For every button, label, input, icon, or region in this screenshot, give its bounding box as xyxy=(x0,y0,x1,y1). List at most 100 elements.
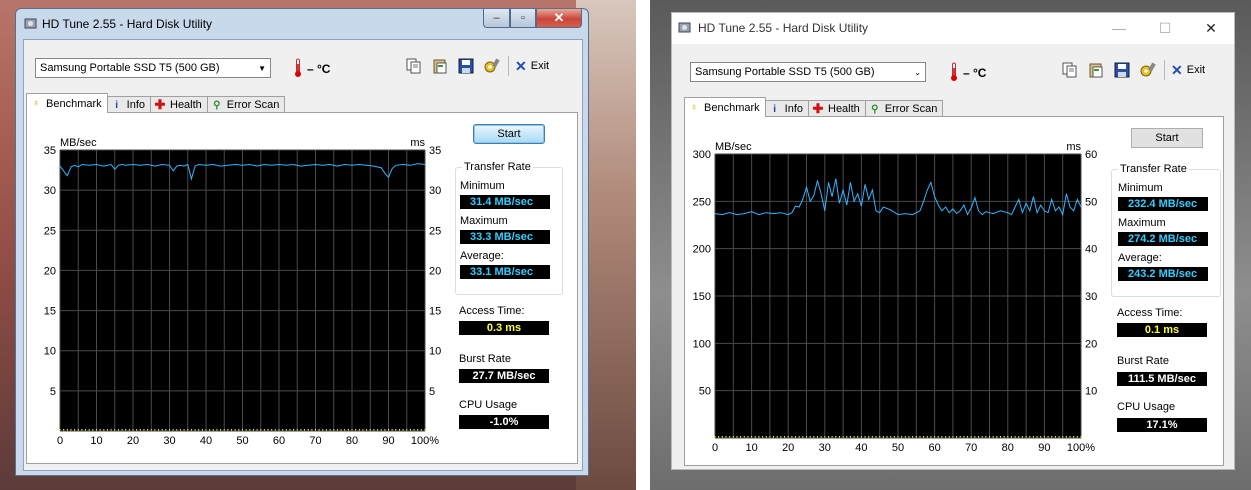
access-time-point xyxy=(74,429,76,431)
hdtune-app-icon xyxy=(678,22,691,33)
copy-icon xyxy=(1062,62,1076,78)
access-time-point xyxy=(238,429,240,431)
copy-button[interactable] xyxy=(1060,61,1079,80)
access-time-point xyxy=(395,429,397,431)
access-time-point xyxy=(278,429,280,431)
copy-all-button[interactable] xyxy=(430,57,449,76)
close-button[interactable]: ✕ xyxy=(536,9,582,28)
clipboard-icon xyxy=(433,59,446,74)
access-time-point xyxy=(231,429,233,431)
tab-info[interactable]: i Info xyxy=(106,96,151,113)
access-time-point xyxy=(1040,436,1042,438)
burst-rate-value: 27.7 MB/sec xyxy=(459,369,549,383)
transfer-rate-group: Transfer Rate Minimum 31.4 MB/sec Maximu… xyxy=(455,161,563,295)
access-time-point xyxy=(802,436,804,438)
x-tick-label: 40 xyxy=(200,435,212,447)
save-button[interactable] xyxy=(1112,61,1131,80)
access-time-point xyxy=(194,429,196,431)
access-time-point xyxy=(1036,436,1038,438)
drive-select[interactable]: Samsung Portable SSD T5 (500 GB) ⌄ xyxy=(690,62,926,82)
access-time-point xyxy=(901,436,903,438)
access-time-point xyxy=(1021,436,1023,438)
tab-label: Error Scan xyxy=(226,99,280,111)
drive-select[interactable]: Samsung Portable SSD T5 (500 GB) ▼ xyxy=(35,58,271,78)
minimize-button[interactable]: — xyxy=(1096,13,1142,43)
maximize-button[interactable]: ☐ xyxy=(1142,13,1188,43)
access-time-point xyxy=(820,436,822,438)
title-bar[interactable]: HD Tune 2.55 - Hard Disk Utility — ☐ ✕ xyxy=(672,13,1234,41)
access-time-label: Access Time: xyxy=(1117,307,1183,319)
tab-benchmark[interactable]: ♁ Benchmark xyxy=(26,93,108,113)
x-tick-label: 20 xyxy=(127,435,139,447)
tab-label: Benchmark xyxy=(704,101,760,114)
toolbar: ✕ Exit xyxy=(1060,60,1205,80)
x-tick-label: 20 xyxy=(782,442,794,454)
access-time-point xyxy=(380,429,382,431)
access-time-point xyxy=(714,436,716,438)
title-bar[interactable]: HD Tune 2.55 - Hard Disk Utility – ▫ ✕ xyxy=(16,9,588,37)
access-time-point xyxy=(721,436,723,438)
access-time-point xyxy=(886,436,888,438)
access-time-point xyxy=(136,429,138,431)
access-time-point xyxy=(216,429,218,431)
y-tick-label: 10 xyxy=(44,346,56,358)
access-time-point xyxy=(725,436,727,438)
tab-error-scan[interactable]: ⚲ Error Scan xyxy=(864,100,944,117)
access-time-point xyxy=(773,436,775,438)
start-button[interactable]: Start xyxy=(1131,128,1203,148)
copy-button[interactable] xyxy=(404,57,423,76)
copy-all-button[interactable] xyxy=(1086,61,1105,80)
access-time-point xyxy=(336,429,338,431)
burst-rate-label: Burst Rate xyxy=(459,353,511,365)
access-time-point xyxy=(860,436,862,438)
access-time-point xyxy=(780,436,782,438)
access-time-point xyxy=(128,429,130,431)
access-time-point xyxy=(904,436,906,438)
access-time-point xyxy=(967,436,969,438)
tab-health[interactable]: ✚ Health xyxy=(150,96,208,113)
close-button[interactable]: ✕ xyxy=(1188,13,1234,43)
exit-button[interactable]: ✕ Exit xyxy=(515,58,549,75)
access-time-point xyxy=(970,436,972,438)
access-time-point xyxy=(260,429,262,431)
access-time-point xyxy=(893,436,895,438)
y2-tick-label: 25 xyxy=(429,225,441,237)
access-time-point xyxy=(853,436,855,438)
access-time-point xyxy=(413,429,415,431)
tab-label: Benchmark xyxy=(46,97,102,110)
minimize-button[interactable]: – xyxy=(483,9,510,28)
access-time-point xyxy=(92,429,94,431)
access-time-point xyxy=(1047,436,1049,438)
access-time-point xyxy=(769,436,771,438)
options-button[interactable] xyxy=(1138,61,1157,80)
access-time-point xyxy=(307,429,309,431)
access-time-point xyxy=(263,429,265,431)
tab-health[interactable]: ✚ Health xyxy=(808,100,866,117)
exit-button[interactable]: ✕ Exit xyxy=(1171,62,1205,79)
main-client-area: Samsung Portable SSD T5 (500 GB) ▼ – °C … xyxy=(23,39,583,471)
save-button[interactable] xyxy=(456,57,475,76)
x-tick-label: 50 xyxy=(892,442,904,454)
access-time-point xyxy=(864,436,866,438)
exit-icon: ✕ xyxy=(1171,61,1183,78)
access-time-point xyxy=(776,436,778,438)
x-tick-label: 30 xyxy=(163,435,175,447)
access-time-point xyxy=(912,436,914,438)
tab-info[interactable]: i Info xyxy=(764,100,809,117)
maximum-label: Maximum xyxy=(460,215,508,227)
maximize-button[interactable]: ▫ xyxy=(510,9,536,28)
benchmark-chart: 300250200150100506050403020100 10 20 30 40 50… xyxy=(693,141,1098,454)
tab-error-scan[interactable]: ⚲ Error Scan xyxy=(206,96,286,113)
start-button[interactable]: Start xyxy=(473,124,545,144)
tab-label: Info xyxy=(126,99,145,111)
x-tick-label: 60 xyxy=(273,435,285,447)
access-time-point xyxy=(718,436,720,438)
x-tick-label: 80 xyxy=(1002,442,1014,454)
y2-tick-label: 10 xyxy=(429,346,441,358)
benchmark-panel: 300 250 200 150 100 50 60 50 40 30 20 10 0 10 20 30 40 50… xyxy=(684,116,1224,466)
access-time-point xyxy=(340,429,342,431)
tab-benchmark[interactable]: ♁ Benchmark xyxy=(684,97,766,117)
benchmark-chart: 353025201510535302520151050 10 20 30 40 50 60 7… xyxy=(44,137,442,447)
access-time-point xyxy=(743,436,745,438)
options-button[interactable] xyxy=(482,57,501,76)
